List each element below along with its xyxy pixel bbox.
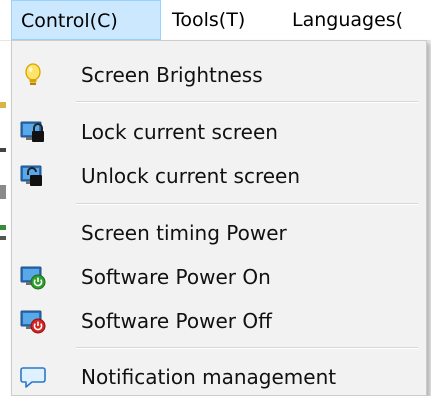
menu-separator: [76, 101, 418, 103]
menu-item-screen-brightness[interactable]: Screen Brightness: [12, 53, 426, 97]
menu-item-software-power-on[interactable]: Software Power On: [12, 255, 426, 299]
menu-item-lock-screen[interactable]: Lock current screen: [12, 110, 426, 154]
menu-item-label: Unlock current screen: [81, 164, 301, 188]
unlock-screen-icon: [20, 163, 46, 189]
background-fragment: [0, 185, 6, 199]
menu-tools[interactable]: Tools(T): [163, 0, 254, 40]
menu-item-label: Screen timing Power: [81, 221, 287, 245]
background-fragment: [0, 148, 6, 152]
menu-control[interactable]: Control(C): [11, 0, 161, 40]
power-on-icon: [20, 264, 46, 290]
lock-screen-icon: [20, 119, 46, 145]
speech-bubble-icon: [20, 364, 46, 390]
power-off-icon: [20, 308, 46, 334]
menu-item-screen-timing-power[interactable]: Screen timing Power: [12, 211, 426, 255]
menu-languages[interactable]: Languages(: [283, 0, 412, 40]
lightbulb-icon: [20, 62, 46, 88]
menu-separator: [76, 347, 418, 349]
menu-item-label: Screen Brightness: [81, 63, 263, 87]
menu-item-label: Software Power Off: [81, 309, 272, 333]
menu-item-label: Notification management: [81, 365, 337, 389]
control-dropdown-menu: Screen Brightness Lock current screen Un…: [11, 40, 427, 396]
background-fragment: [0, 236, 6, 240]
app-window: Control(C) Tools(T) Languages( Screen Br…: [0, 0, 431, 396]
menu-item-notification-management[interactable]: Notification management: [12, 355, 426, 396]
background-fragment: [0, 102, 6, 108]
menu-item-label: Lock current screen: [81, 120, 278, 144]
menu-bar: Control(C) Tools(T) Languages(: [0, 0, 431, 41]
background-fragment: [0, 225, 6, 230]
menu-item-software-power-off[interactable]: Software Power Off: [12, 299, 426, 343]
menu-item-unlock-screen[interactable]: Unlock current screen: [12, 154, 426, 198]
menu-separator: [76, 203, 418, 205]
menu-item-label: Software Power On: [81, 265, 271, 289]
